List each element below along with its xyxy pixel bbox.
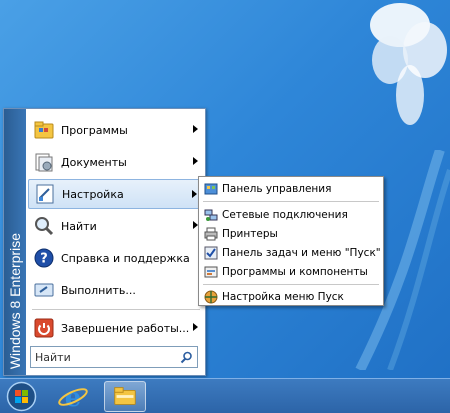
programs-features-icon [204, 266, 218, 277]
menu-item-settings[interactable]: Настройка [28, 179, 204, 209]
search-input[interactable] [35, 348, 175, 366]
menu-item-label: Завершение работы... [61, 321, 190, 335]
taskbar-start-icon [204, 246, 218, 259]
menu-item-label: Справка и поддержка [61, 251, 190, 265]
submenu-item-label: Панель задач и меню "Пуск" [222, 246, 381, 259]
control-panel-icon [204, 183, 218, 194]
menu-item-help[interactable]: ? Справка и поддержка [28, 243, 204, 273]
menu-item-programs[interactable]: Программы [28, 115, 204, 145]
menu-item-run[interactable]: Выполнить... [28, 275, 204, 305]
menu-item-label: Выполнить... [61, 283, 136, 297]
documents-icon [35, 153, 53, 172]
svg-text:?: ? [40, 252, 48, 267]
settings-submenu: Панель управления Сетевые подключения Пр… [198, 176, 384, 306]
programs-folder-icon [34, 121, 54, 139]
submenu-item-label: Программы и компоненты [222, 265, 368, 278]
submenu-item-label: Принтеры [222, 227, 278, 240]
menu-item-label: Настройка [62, 187, 124, 201]
submenu-item-network[interactable]: Сетевые подключения [201, 205, 381, 224]
submenu-item-control-panel[interactable]: Панель управления [201, 179, 381, 198]
submenu-item-start-settings[interactable]: Настройка меню Пуск [201, 287, 381, 306]
shutdown-icon [34, 318, 54, 338]
menu-item-search[interactable]: Найти [28, 211, 204, 241]
submenu-arrow-icon [193, 157, 198, 165]
start-search-box[interactable] [30, 346, 198, 368]
taskbar-ie-button[interactable]: e [52, 381, 94, 413]
menu-item-label: Программы [61, 123, 128, 137]
start-menu: Windows 8 Enterprise Программы Документы… [3, 108, 206, 376]
search-icon[interactable] [180, 351, 193, 364]
submenu-separator [203, 201, 379, 202]
submenu-arrow-icon [193, 323, 198, 331]
menu-item-label: Документы [61, 155, 127, 169]
menu-separator [32, 309, 200, 310]
settings-icon [36, 184, 54, 204]
submenu-item-label: Панель управления [222, 182, 332, 195]
network-connections-icon [204, 209, 218, 221]
taskbar-explorer-button[interactable] [104, 381, 146, 412]
menu-item-label: Найти [61, 219, 97, 233]
submenu-item-printers[interactable]: Принтеры [201, 224, 381, 243]
svg-text:e: e [65, 383, 82, 412]
start-orb-icon[interactable] [6, 381, 37, 412]
file-explorer-icon [114, 387, 136, 405]
menu-item-documents[interactable]: Документы [28, 147, 204, 177]
search-magnifier-icon [35, 217, 54, 236]
start-menu-banner: Windows 8 Enterprise [4, 109, 26, 375]
desktop-flower-decoration [370, 3, 447, 125]
submenu-item-label: Сетевые подключения [222, 208, 348, 221]
submenu-item-label: Настройка меню Пуск [222, 290, 344, 303]
submenu-arrow-icon [192, 190, 197, 198]
menu-item-shutdown[interactable]: Завершение работы... [28, 313, 204, 343]
printers-icon [204, 227, 218, 240]
submenu-item-programs-features[interactable]: Программы и компоненты [201, 262, 381, 281]
taskbar: e [0, 378, 450, 413]
submenu-item-taskbar[interactable]: Панель задач и меню "Пуск" [201, 243, 381, 262]
internet-explorer-icon: e [58, 383, 88, 413]
banner-text: Windows 8 Enterprise [7, 232, 23, 369]
run-icon [34, 283, 54, 297]
help-icon: ? [34, 248, 54, 268]
submenu-separator [203, 284, 379, 285]
start-menu-settings-icon [204, 290, 218, 303]
submenu-arrow-icon [193, 125, 198, 133]
